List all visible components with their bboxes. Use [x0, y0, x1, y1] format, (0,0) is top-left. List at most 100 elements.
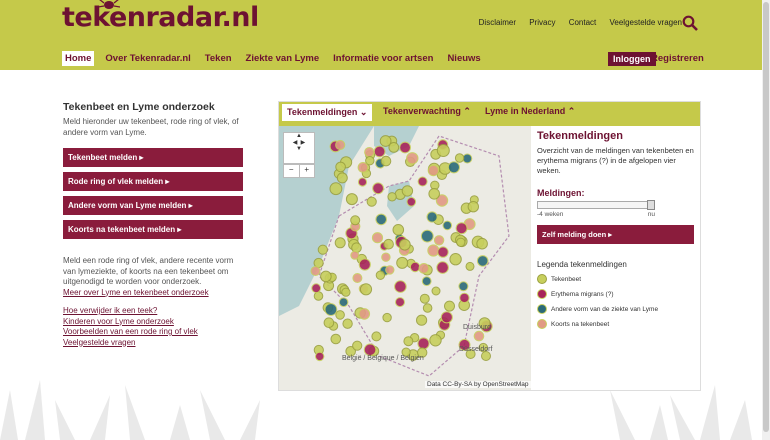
- tab-lyme-nederland[interactable]: Lyme in Nederland ⌃: [485, 106, 575, 117]
- report-marker[interactable]: [317, 244, 328, 255]
- report-marker[interactable]: [431, 286, 441, 296]
- report-marker[interactable]: [437, 246, 449, 258]
- report-marker[interactable]: [427, 164, 440, 177]
- faq-link[interactable]: Veelgestelde vragen: [63, 338, 245, 349]
- self-report-button[interactable]: Zelf melding doen ▸: [537, 225, 694, 244]
- report-marker[interactable]: [447, 161, 460, 174]
- andere-vorm-melden-button[interactable]: Andere vorm van Lyme melden ▸: [63, 196, 243, 215]
- report-marker[interactable]: [352, 273, 363, 283]
- examples-link[interactable]: Voorbeelden van een rode ring of vlek: [63, 327, 245, 338]
- remove-tick-link[interactable]: Hoe verwijder ik een teek?: [63, 306, 245, 317]
- report-marker[interactable]: [364, 147, 375, 158]
- koorts-melden-button[interactable]: Koorts na tekenbeet melden ▸: [63, 220, 243, 239]
- report-marker[interactable]: [427, 244, 440, 257]
- link-faq[interactable]: Veelgestelde vragen: [610, 18, 683, 27]
- report-marker[interactable]: [420, 229, 434, 243]
- report-marker[interactable]: [388, 142, 400, 153]
- nav-teken[interactable]: Teken: [202, 51, 235, 66]
- report-marker[interactable]: [335, 161, 346, 173]
- report-marker[interactable]: [417, 337, 430, 350]
- report-marker[interactable]: [335, 310, 345, 320]
- report-marker[interactable]: [334, 237, 346, 249]
- report-marker[interactable]: [371, 232, 384, 244]
- report-marker[interactable]: [409, 261, 421, 273]
- report-marker[interactable]: [401, 185, 414, 197]
- report-marker[interactable]: [436, 261, 449, 274]
- report-marker[interactable]: [473, 330, 485, 342]
- nav-artsen[interactable]: Informatie voor artsen: [330, 51, 436, 66]
- report-marker[interactable]: [324, 303, 338, 316]
- report-marker[interactable]: [352, 340, 363, 351]
- report-marker[interactable]: [315, 351, 325, 362]
- report-marker[interactable]: [350, 250, 360, 260]
- report-marker[interactable]: [436, 144, 450, 157]
- link-privacy[interactable]: Privacy: [529, 18, 555, 27]
- report-marker[interactable]: [385, 265, 395, 275]
- report-marker[interactable]: [399, 141, 411, 154]
- link-contact[interactable]: Contact: [569, 18, 597, 27]
- report-marker[interactable]: [320, 270, 332, 283]
- report-marker[interactable]: [395, 297, 405, 308]
- report-marker[interactable]: [350, 215, 361, 226]
- report-marker[interactable]: [359, 283, 373, 296]
- weeks-slider[interactable]: [537, 200, 655, 210]
- login-button[interactable]: Inloggen: [608, 52, 656, 66]
- report-marker[interactable]: [456, 237, 466, 248]
- report-marker[interactable]: [375, 213, 387, 226]
- page-scrollbar[interactable]: [762, 0, 770, 440]
- report-marker[interactable]: [381, 252, 391, 262]
- map-view[interactable]: Duisburg Düsseldorf België / Belgique / …: [279, 126, 531, 390]
- report-marker[interactable]: [476, 237, 488, 250]
- report-marker[interactable]: [330, 333, 342, 345]
- report-marker[interactable]: [418, 263, 430, 274]
- link-disclaimer[interactable]: Disclaimer: [479, 18, 516, 27]
- report-marker[interactable]: [444, 300, 455, 312]
- pan-down-icon[interactable]: ▼: [284, 146, 314, 152]
- report-marker[interactable]: [310, 266, 321, 276]
- report-marker[interactable]: [338, 297, 349, 307]
- report-marker[interactable]: [335, 139, 346, 151]
- map-attribution[interactable]: Data CC-By-SA by OpenStreetMap: [425, 381, 531, 388]
- kids-link[interactable]: Kinderen voor Lyme onderzoek: [63, 317, 245, 328]
- report-marker[interactable]: [392, 224, 405, 236]
- report-marker[interactable]: [440, 311, 453, 324]
- report-marker[interactable]: [428, 188, 440, 200]
- report-marker[interactable]: [406, 152, 419, 165]
- report-marker[interactable]: [357, 162, 369, 173]
- logo[interactable]: tekenradar.nl: [62, 0, 259, 33]
- report-marker[interactable]: [375, 270, 386, 280]
- report-marker[interactable]: [454, 153, 465, 163]
- report-marker[interactable]: [380, 155, 392, 167]
- more-lyme-link[interactable]: Meer over Lyme en tekenbeet onderzoek: [63, 288, 245, 299]
- tab-tekenmeldingen[interactable]: Tekenmeldingen ⌄: [282, 104, 373, 121]
- report-marker[interactable]: [336, 172, 348, 184]
- slider-handle[interactable]: [647, 200, 655, 210]
- report-marker[interactable]: [363, 343, 377, 357]
- nav-home[interactable]: Home: [62, 51, 95, 66]
- report-marker[interactable]: [358, 308, 371, 320]
- report-marker[interactable]: [403, 336, 414, 347]
- search-icon[interactable]: [682, 15, 698, 31]
- report-marker[interactable]: [467, 201, 480, 213]
- report-marker[interactable]: [396, 256, 409, 269]
- report-marker[interactable]: [459, 292, 470, 304]
- report-marker[interactable]: [394, 280, 407, 293]
- pan-control[interactable]: ▲ ◀ ▶ ▼: [283, 132, 315, 164]
- report-marker[interactable]: [372, 182, 384, 195]
- report-marker[interactable]: [417, 176, 428, 187]
- report-marker[interactable]: [387, 192, 397, 202]
- report-marker[interactable]: [329, 182, 343, 196]
- report-marker[interactable]: [366, 196, 377, 207]
- rode-ring-melden-button[interactable]: Rode ring of vlek melden ▸: [63, 172, 243, 191]
- report-marker[interactable]: [455, 222, 468, 235]
- nav-nieuws[interactable]: Nieuws: [444, 51, 483, 66]
- report-marker[interactable]: [341, 287, 351, 297]
- report-marker[interactable]: [383, 238, 394, 250]
- register-link[interactable]: Registreren: [651, 53, 704, 64]
- report-marker[interactable]: [429, 334, 442, 347]
- nav-lyme[interactable]: Ziekte van Lyme: [243, 51, 323, 66]
- report-marker[interactable]: [416, 314, 428, 326]
- report-marker[interactable]: [373, 145, 386, 158]
- report-marker[interactable]: [398, 238, 411, 251]
- report-marker[interactable]: [458, 281, 469, 292]
